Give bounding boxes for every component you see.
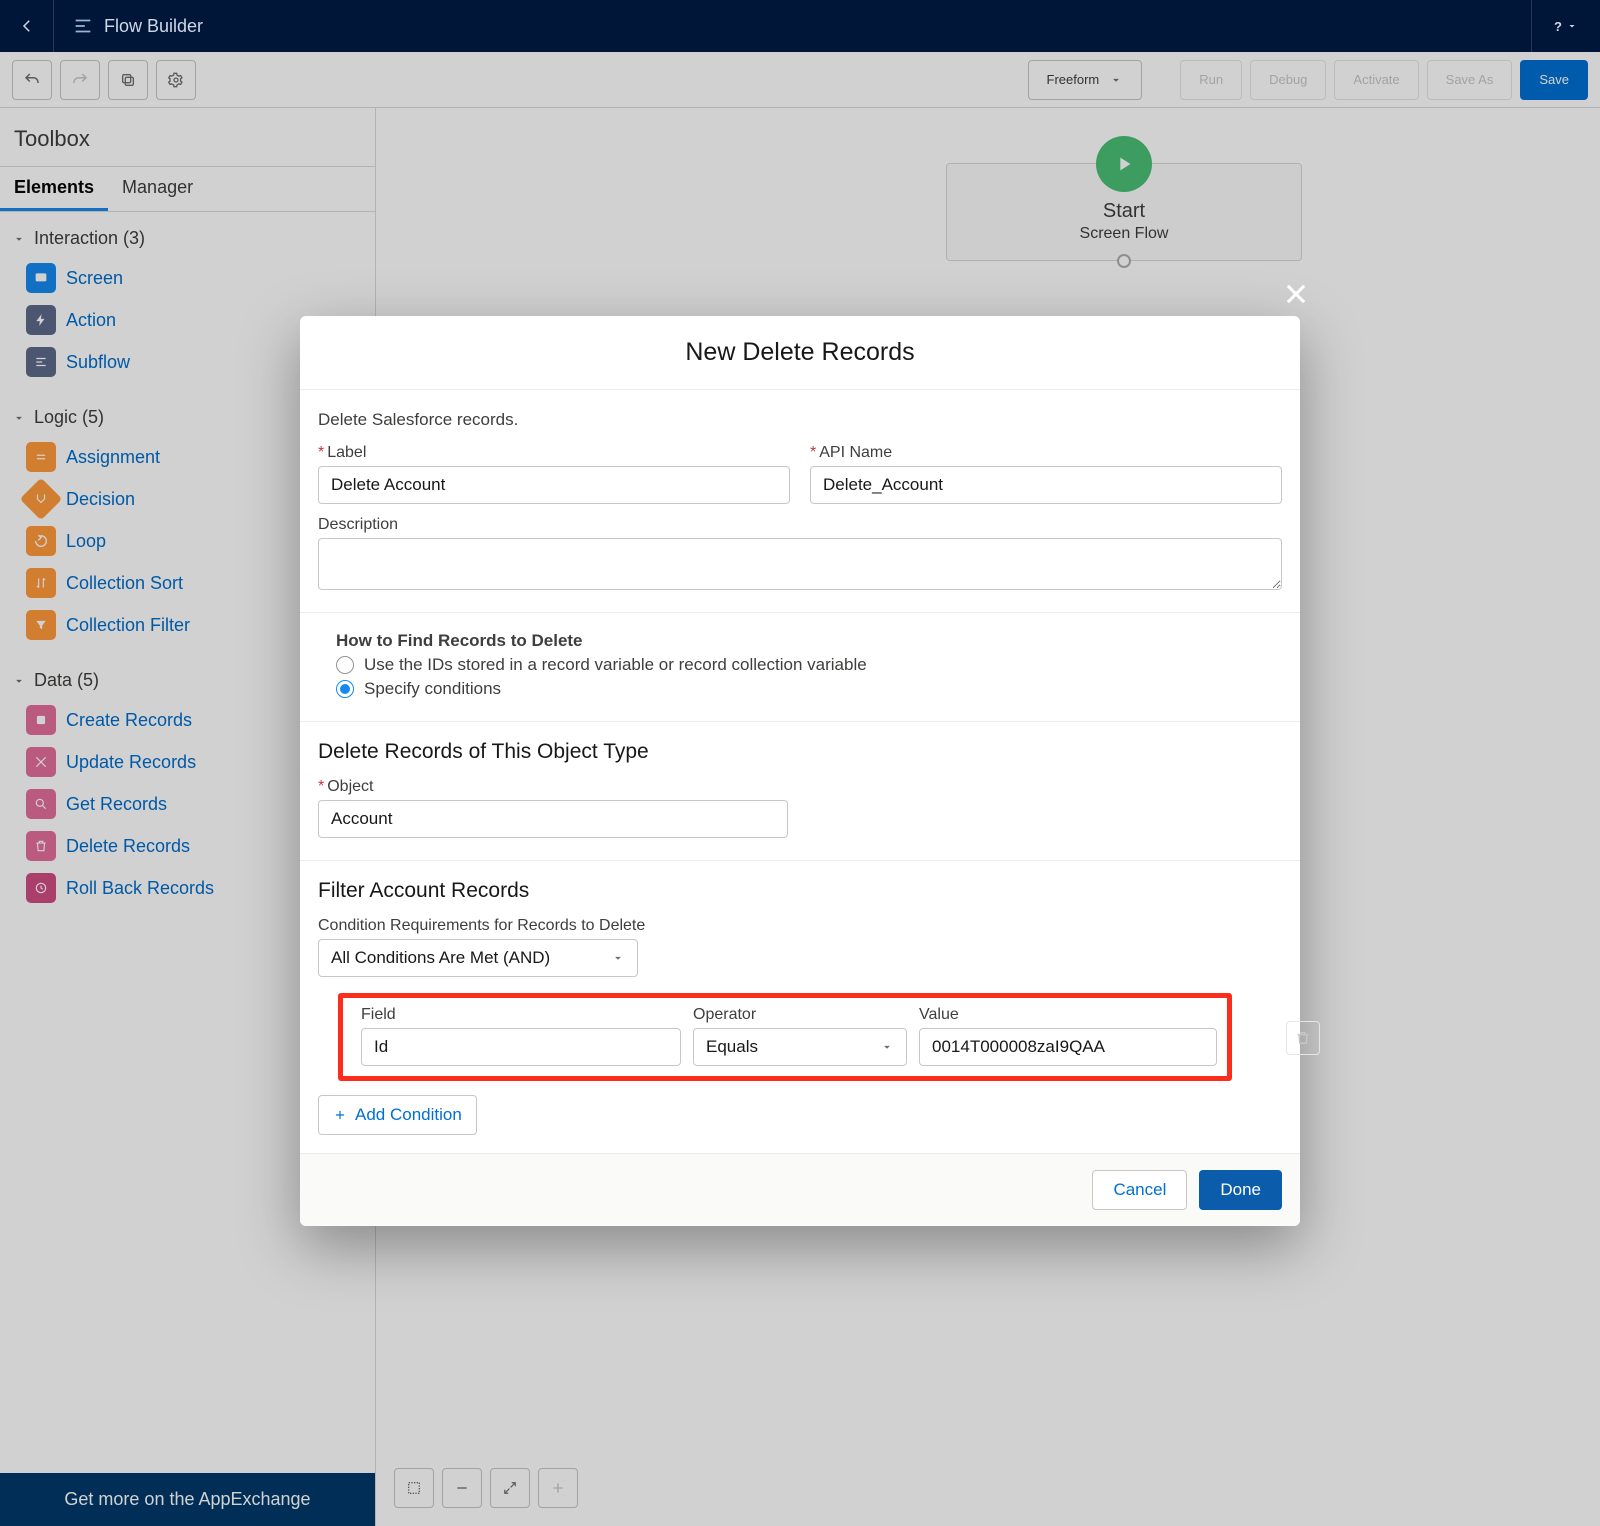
object-input[interactable]	[318, 800, 788, 838]
object-section-heading: Delete Records of This Object Type	[318, 740, 1282, 764]
filter-section-heading: Filter Account Records	[318, 879, 1282, 903]
add-condition-button[interactable]: Add Condition	[318, 1095, 477, 1135]
api-name-input[interactable]	[810, 466, 1282, 504]
cond-value-input[interactable]	[919, 1028, 1217, 1066]
howto-heading: How to Find Records to Delete	[318, 631, 1282, 651]
cond-operator-label: Operator	[693, 1006, 907, 1024]
radio-use-ids[interactable]: Use the IDs stored in a record variable …	[318, 651, 1282, 675]
done-button[interactable]: Done	[1199, 1170, 1282, 1210]
app-title: Flow Builder	[104, 16, 203, 37]
flow-builder-icon	[72, 15, 94, 37]
condition-requirements-label: Condition Requirements for Records to De…	[318, 917, 645, 934]
description-label: Description	[318, 516, 1282, 534]
app-header: Flow Builder ?	[0, 0, 1600, 52]
cancel-button[interactable]: Cancel	[1092, 1170, 1187, 1210]
object-label: Object	[318, 778, 373, 795]
modal-intro: Delete Salesforce records.	[318, 410, 1282, 430]
new-delete-records-modal: New Delete Records Delete Salesforce rec…	[300, 316, 1300, 1226]
help-menu[interactable]: ?	[1531, 0, 1600, 52]
condition-requirements-select[interactable]: All Conditions Are Met (AND)	[318, 939, 638, 977]
api-name-label: API Name	[810, 444, 1282, 462]
modal-title: New Delete Records	[300, 316, 1300, 390]
label-field-label: Label	[318, 444, 790, 462]
close-icon[interactable]	[1282, 280, 1310, 311]
cond-field-input[interactable]	[361, 1028, 681, 1066]
description-input[interactable]	[318, 538, 1282, 590]
condition-row-highlight: Field Operator Equals Value	[338, 993, 1232, 1081]
radio-specify-conditions[interactable]: Specify conditions	[318, 675, 1282, 699]
cond-operator-select[interactable]: Equals	[693, 1028, 907, 1066]
delete-condition-button[interactable]	[1286, 1021, 1320, 1055]
label-input[interactable]	[318, 466, 790, 504]
cond-value-label: Value	[919, 1006, 1217, 1024]
back-button[interactable]	[0, 0, 54, 52]
cond-field-label: Field	[361, 1006, 681, 1024]
